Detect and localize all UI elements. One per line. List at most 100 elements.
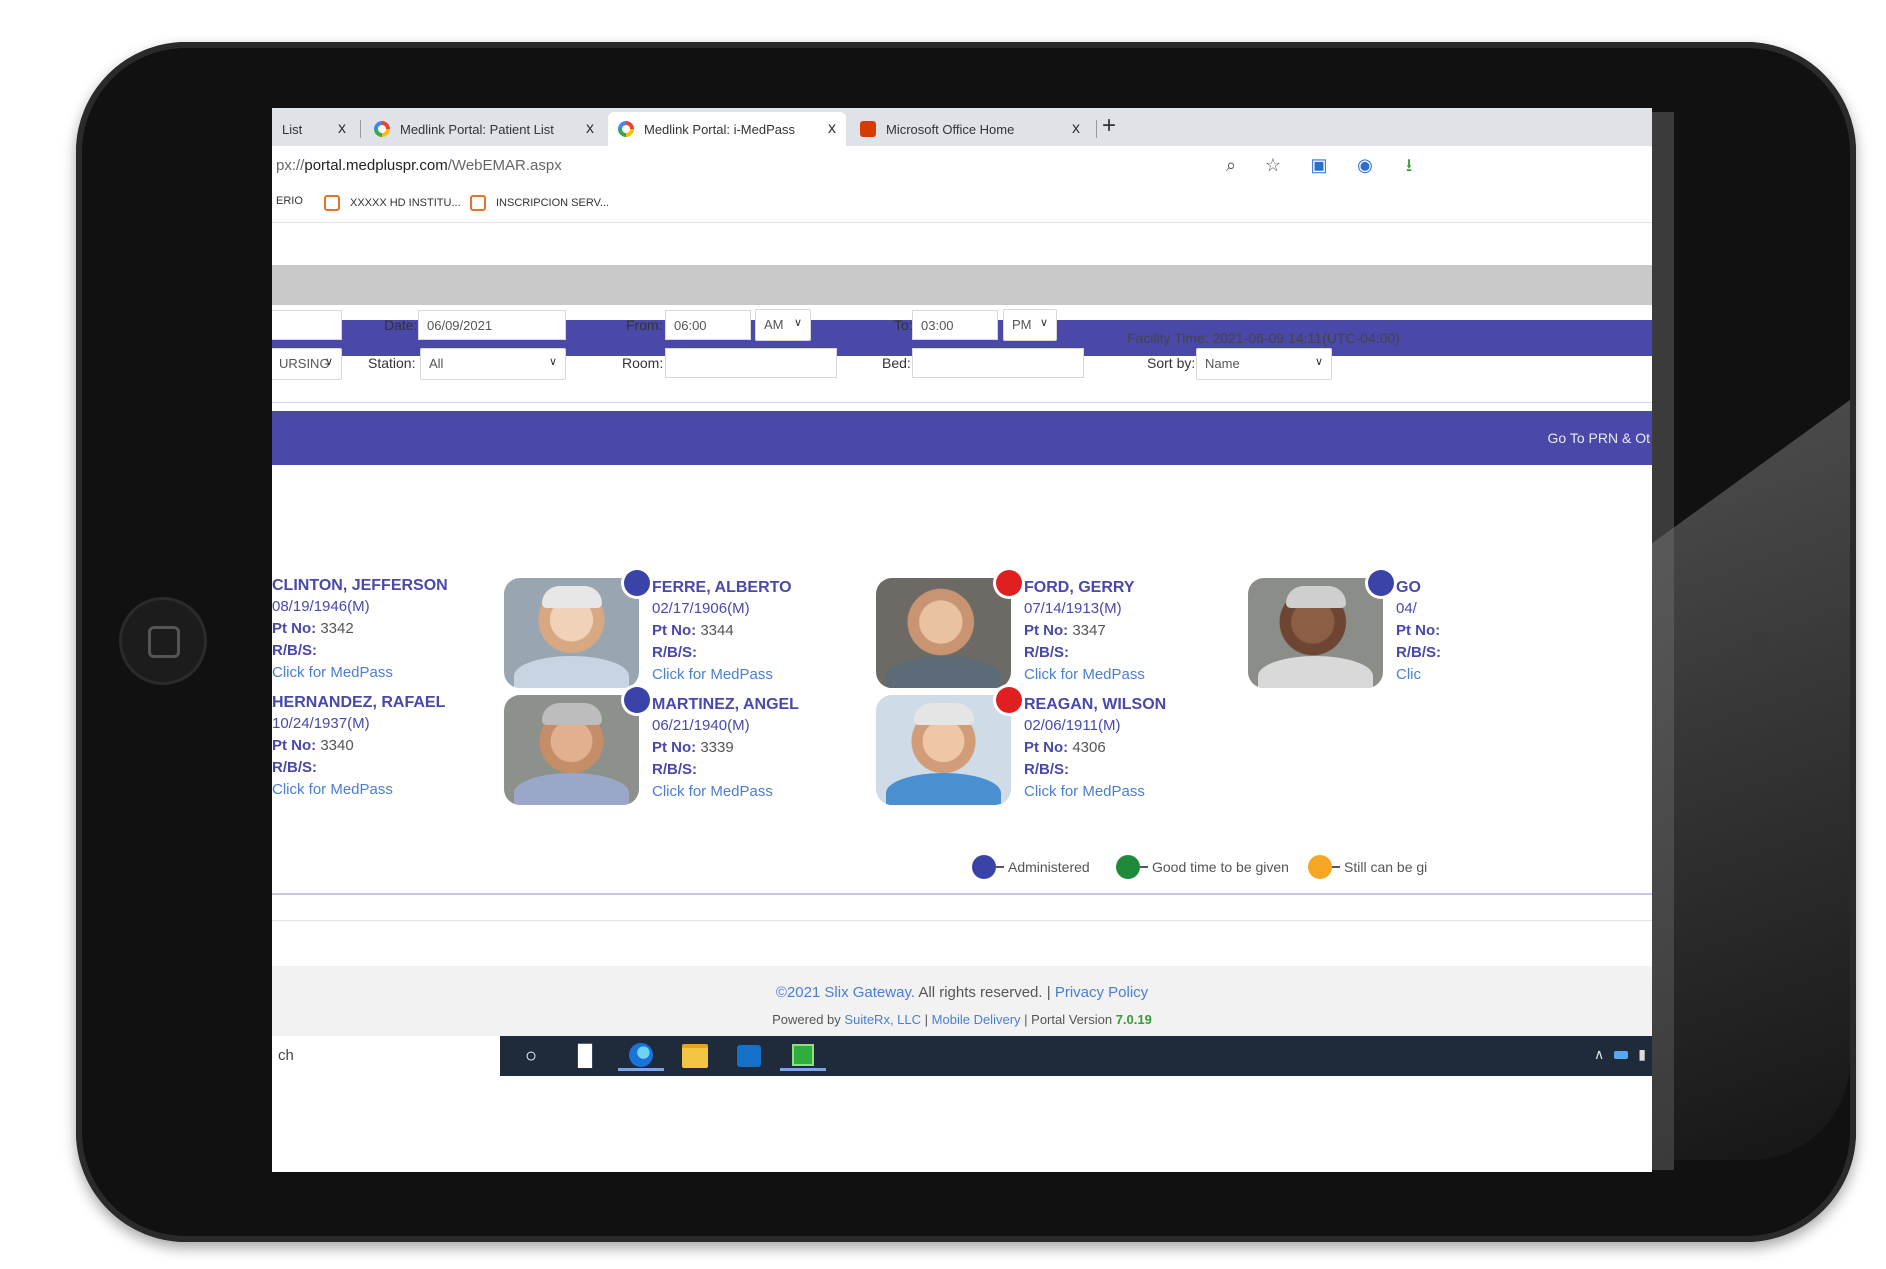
patient-number: Pt No: 3347: [1024, 620, 1145, 642]
to-time-input[interactable]: 03:00: [912, 310, 998, 340]
cortana-icon[interactable]: ○: [508, 1041, 554, 1071]
medpass-link[interactable]: Click for MedPass: [1024, 664, 1145, 686]
onedrive-icon[interactable]: [1614, 1050, 1629, 1059]
page-footer: ©2021 Slix Gateway. All rights reserved.…: [272, 966, 1652, 1038]
tab-label: Microsoft Office Home: [886, 121, 1015, 137]
page-header-band: [272, 265, 1652, 305]
bookmark-item[interactable]: XXXXX HD INSTITU...: [324, 195, 461, 211]
app-icon[interactable]: [780, 1041, 826, 1071]
url-text[interactable]: px://portal.medpluspr.com/WebEMAR.aspx: [276, 157, 562, 174]
medpass-link[interactable]: Clic: [1396, 664, 1441, 686]
search-field[interactable]: [272, 310, 342, 340]
close-icon[interactable]: x: [338, 120, 346, 138]
prn-link[interactable]: Go To PRN & Ot: [1548, 430, 1650, 446]
patient-card[interactable]: MARTINEZ, ANGEL 06/21/1940(M) Pt No: 333…: [504, 687, 864, 815]
url-host: portal.medpluspr.com: [304, 157, 448, 174]
patient-card[interactable]: GO 04/ Pt No: R/B/S: Clic: [1248, 570, 1652, 698]
rbs-label: R/B/S:: [1396, 644, 1441, 661]
extension-icon[interactable]: ◉: [1354, 154, 1376, 176]
file-explorer-icon[interactable]: [672, 1041, 718, 1071]
patient-dob: 06/21/1940(M): [652, 717, 750, 734]
portal-version: 7.0.19: [1115, 1012, 1152, 1027]
tab-list[interactable]: List x: [272, 112, 356, 146]
copyright-link[interactable]: ©2021 Slix Gateway.: [776, 984, 915, 1001]
patient-dob: 02/17/1906(M): [652, 600, 750, 617]
date-input[interactable]: 06/09/2021: [418, 310, 566, 340]
new-tab-button[interactable]: +: [1102, 112, 1116, 140]
from-ampm-select[interactable]: AM ∨: [755, 309, 811, 341]
unit-select[interactable]: URSING ∨: [272, 348, 342, 380]
privacy-policy-link[interactable]: Privacy Policy: [1055, 984, 1148, 1001]
suiterx-link[interactable]: SuiteRx, LLC: [844, 1012, 921, 1027]
pt-no-label: Pt No:: [652, 739, 697, 756]
tab-office-home[interactable]: Microsoft Office Home x: [850, 112, 1090, 146]
sort-select[interactable]: Name ∨: [1196, 348, 1332, 380]
pt-no-value: 3342: [320, 620, 354, 637]
patient-info: REAGAN, WILSON 02/06/1911(M) Pt No: 4306…: [1024, 695, 1166, 803]
patient-card[interactable]: FORD, GERRY 07/14/1913(M) Pt No: 3347 R/…: [876, 570, 1236, 698]
zoom-icon[interactable]: ⌕: [1220, 154, 1242, 176]
camera-icon: [1752, 632, 1768, 648]
taskbar-search-input[interactable]: ch: [272, 1036, 500, 1076]
patient-name: FORD, GERRY: [1024, 579, 1135, 596]
pt-no-label: Pt No:: [1024, 739, 1069, 756]
room-input[interactable]: [665, 348, 837, 378]
chevron-up-icon[interactable]: ∧: [1594, 1046, 1604, 1063]
patient-card[interactable]: FERRE, ALBERTO 02/17/1906(M) Pt No: 3344…: [504, 570, 864, 698]
address-bar[interactable]: px://portal.medpluspr.com/WebEMAR.aspx ⌕…: [272, 146, 1652, 186]
patient-name: GO: [1396, 579, 1421, 596]
rbs-label: R/B/S:: [652, 761, 697, 778]
battery-icon[interactable]: ▮: [1638, 1046, 1646, 1063]
tab-label: Medlink Portal: i-MedPass: [644, 121, 795, 137]
close-icon[interactable]: x: [586, 120, 594, 138]
patient-rbs: R/B/S:: [1396, 642, 1441, 664]
close-icon[interactable]: x: [1072, 120, 1080, 138]
patient-number: Pt No: 3340: [272, 735, 445, 757]
mobile-delivery-link[interactable]: Mobile Delivery: [932, 1012, 1021, 1027]
pt-no-value: 3339: [700, 739, 734, 756]
date-label: Date:: [384, 317, 418, 333]
patient-info: FERRE, ALBERTO 02/17/1906(M) Pt No: 3344…: [652, 578, 792, 686]
patient-photo: [876, 578, 1011, 688]
favorite-star-icon[interactable]: ☆: [1262, 154, 1284, 176]
legend-dot: [1308, 855, 1332, 879]
pt-no-value: 4306: [1072, 739, 1106, 756]
patient-rbs: R/B/S:: [652, 759, 799, 781]
home-button[interactable]: [122, 600, 204, 682]
from-time-input[interactable]: 06:00: [665, 310, 751, 340]
medpass-link[interactable]: Click for MedPass: [272, 662, 448, 684]
outlook-icon[interactable]: [726, 1041, 772, 1071]
station-select[interactable]: All ∨: [420, 348, 566, 380]
pt-no-value: 3344: [700, 622, 734, 639]
url-prefix: px://: [276, 157, 305, 174]
patient-number: Pt No: 3342: [272, 618, 448, 640]
patient-name: HERNANDEZ, RAFAEL: [272, 694, 446, 711]
bookmark-item[interactable]: INSCRIPCION SERV...: [470, 195, 609, 211]
bookmark-icon: [470, 195, 486, 211]
task-view-icon[interactable]: ▐▌: [562, 1041, 608, 1071]
station-label: Station:: [368, 355, 416, 371]
status-dot: [624, 687, 650, 713]
tab-imedpass[interactable]: Medlink Portal: i-MedPass x: [608, 112, 846, 146]
select-value: Name: [1205, 356, 1240, 371]
medpass-link[interactable]: Click for MedPass: [652, 664, 792, 686]
medpass-link[interactable]: Click for MedPass: [1024, 781, 1166, 803]
medpass-link[interactable]: Click for MedPass: [272, 779, 445, 801]
patient-number: Pt No: 4306: [1024, 737, 1166, 759]
rbs-label: R/B/S:: [652, 644, 697, 661]
translate-icon[interactable]: ▣: [1308, 154, 1330, 176]
edge-browser-icon[interactable]: [618, 1041, 664, 1071]
download-icon[interactable]: ⭳: [1398, 154, 1420, 176]
bookmark-item[interactable]: ERIO: [276, 195, 303, 207]
to-ampm-select[interactable]: PM ∨: [1003, 309, 1057, 341]
patient-rbs: R/B/S:: [652, 642, 792, 664]
close-icon[interactable]: x: [828, 120, 836, 138]
medpass-link[interactable]: Click for MedPass: [652, 781, 799, 803]
office-logo-icon: [860, 121, 876, 137]
bed-input[interactable]: [912, 348, 1084, 378]
patient-card[interactable]: REAGAN, WILSON 02/06/1911(M) Pt No: 4306…: [876, 687, 1236, 815]
patient-photo: [504, 578, 639, 688]
tab-patient-list[interactable]: Medlink Portal: Patient List x: [364, 112, 604, 146]
legend-dot: [1116, 855, 1140, 879]
tab-label: List: [282, 121, 303, 137]
